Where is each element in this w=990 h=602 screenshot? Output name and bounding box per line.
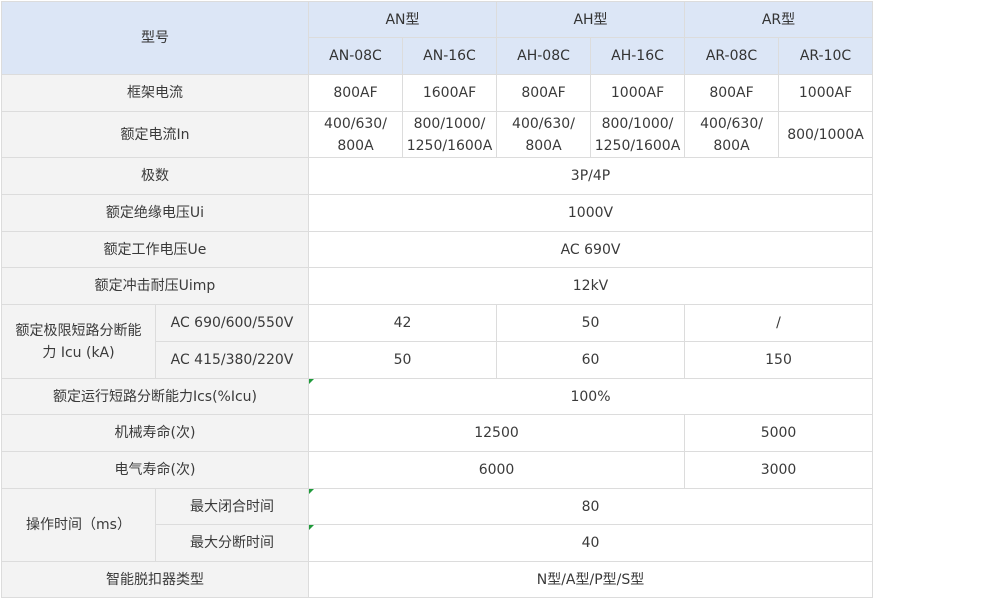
model-ah08c-header: AH-08C	[496, 37, 591, 75]
row-label: 机械寿命(次)	[1, 414, 309, 452]
cell-line: 800A	[525, 137, 562, 154]
cell-line: 800A	[337, 137, 374, 154]
table-cell: 60	[495, 341, 686, 379]
table-cell: 5000	[684, 414, 874, 452]
table-cell: 800AF	[684, 74, 780, 112]
table-cell: 150	[684, 341, 874, 379]
cell-line: 800/1000/	[601, 115, 674, 132]
table-row-frame-current: 框架电流 800AF 1600AF 800AF 1000AF 800AF 100…	[1, 74, 874, 112]
row-label-line: 额定极限短路分断能	[15, 322, 142, 339]
table-row-mechanical-life: 机械寿命(次) 12500 5000	[1, 414, 874, 452]
table-cell: 40	[307, 524, 874, 562]
table-cell: 400/630/ 800A	[684, 111, 780, 158]
row-label: 操作时间（ms）	[1, 488, 156, 562]
table-cell: 12500	[307, 414, 686, 452]
table-row-service-breaking: 额定运行短路分断能力Ics(%Icu) 100%	[1, 378, 874, 415]
cell-line: 800A	[713, 137, 750, 154]
table-cell: AC 690V	[307, 231, 874, 268]
sub-row-label: AC 690/600/550V	[155, 304, 309, 342]
cell-line: 400/630/	[512, 115, 575, 132]
table-cell: 6000	[307, 451, 686, 489]
group-ar-header: AR型	[684, 1, 874, 38]
sub-row-label: AC 415/380/220V	[155, 341, 309, 379]
table-cell: 400/630/ 800A	[496, 111, 591, 158]
spec-table: 型号 AN型 AH型 AR型 AN-08C AN-16C AH-08C AH-1…	[1, 1, 874, 598]
model-an16c-header: AN-16C	[402, 37, 497, 75]
sub-row-label: 最大分断时间	[155, 524, 309, 562]
table-row-poles: 极数 3P/4P	[1, 157, 874, 195]
row-label: 额定运行短路分断能力Ics(%Icu)	[1, 378, 309, 415]
model-header: 型号	[1, 1, 309, 75]
table-cell: 800AF	[496, 74, 591, 112]
cell-line: 800/1000A	[787, 126, 864, 143]
table-row-trip-unit: 智能脱扣器类型 N型/A型/P型/S型	[1, 561, 874, 598]
table-cell: 800/1000A	[778, 111, 874, 158]
table-cell: 1000V	[307, 194, 874, 232]
model-an08c-header: AN-08C	[308, 37, 403, 75]
table-cell: 50	[308, 341, 497, 379]
model-ar10c-header: AR-10C	[778, 37, 874, 75]
table-cell: 1600AF	[402, 74, 497, 112]
table-cell: 42	[308, 304, 497, 342]
cell-line: 400/630/	[324, 115, 387, 132]
row-label: 额定极限短路分断能 力 Icu (kA)	[1, 304, 156, 379]
row-label-line: 力 Icu (kA)	[42, 344, 115, 361]
table-row-operating-time-1: 操作时间（ms） 最大闭合时间 80	[1, 488, 874, 562]
table-row-insulation-voltage: 额定绝缘电压Ui 1000V	[1, 194, 874, 232]
group-ah-header: AH型	[495, 1, 686, 38]
cell-line: 1250/1600A	[406, 137, 493, 154]
model-ah16c-header: AH-16C	[589, 37, 686, 75]
table-row-impulse-voltage: 额定冲击耐压Uimp 12kV	[1, 267, 874, 305]
table-cell: 80	[307, 488, 874, 525]
table-cell: 1000AF	[778, 74, 874, 112]
row-label: 额定工作电压Ue	[1, 231, 309, 268]
table-row-operating-voltage: 额定工作电压Ue AC 690V	[1, 231, 874, 268]
row-label: 额定冲击耐压Uimp	[1, 267, 309, 305]
header-row-groups: 型号 AN型 AH型 AR型	[1, 1, 874, 75]
table-row-rated-current: 额定电流In 400/630/ 800A 800/1000/ 1250/1600…	[1, 111, 874, 158]
table-cell: N型/A型/P型/S型	[307, 561, 874, 598]
table-cell: 50	[495, 304, 686, 342]
table-cell: 800/1000/ 1250/1600A	[402, 111, 497, 158]
table-cell: 3P/4P	[307, 157, 874, 195]
group-an-header: AN型	[308, 1, 497, 38]
table-cell: 12kV	[307, 267, 874, 305]
table-cell: 3000	[684, 451, 874, 489]
row-label: 电气寿命(次)	[1, 451, 309, 489]
table-cell: /	[684, 304, 874, 342]
row-label: 智能脱扣器类型	[1, 561, 309, 598]
sub-row-label: 最大闭合时间	[155, 488, 309, 525]
table-cell: 400/630/ 800A	[308, 111, 403, 158]
table-cell: 800/1000/ 1250/1600A	[589, 111, 686, 158]
row-label: 极数	[1, 157, 309, 195]
cell-line: 800/1000/	[413, 115, 486, 132]
table-row-electrical-life: 电气寿命(次) 6000 3000	[1, 451, 874, 489]
table-row-ultimate-breaking-1: 额定极限短路分断能 力 Icu (kA) AC 690/600/550V 42 …	[1, 304, 874, 379]
cell-line: 400/630/	[700, 115, 763, 132]
table-cell: 800AF	[308, 74, 403, 112]
row-label: 额定电流In	[1, 111, 309, 158]
table-cell: 100%	[307, 378, 874, 415]
row-label: 额定绝缘电压Ui	[1, 194, 309, 232]
model-ar08c-header: AR-08C	[684, 37, 780, 75]
cell-line: 1250/1600A	[594, 137, 681, 154]
row-label: 框架电流	[1, 74, 309, 112]
table-cell: 1000AF	[589, 74, 686, 112]
